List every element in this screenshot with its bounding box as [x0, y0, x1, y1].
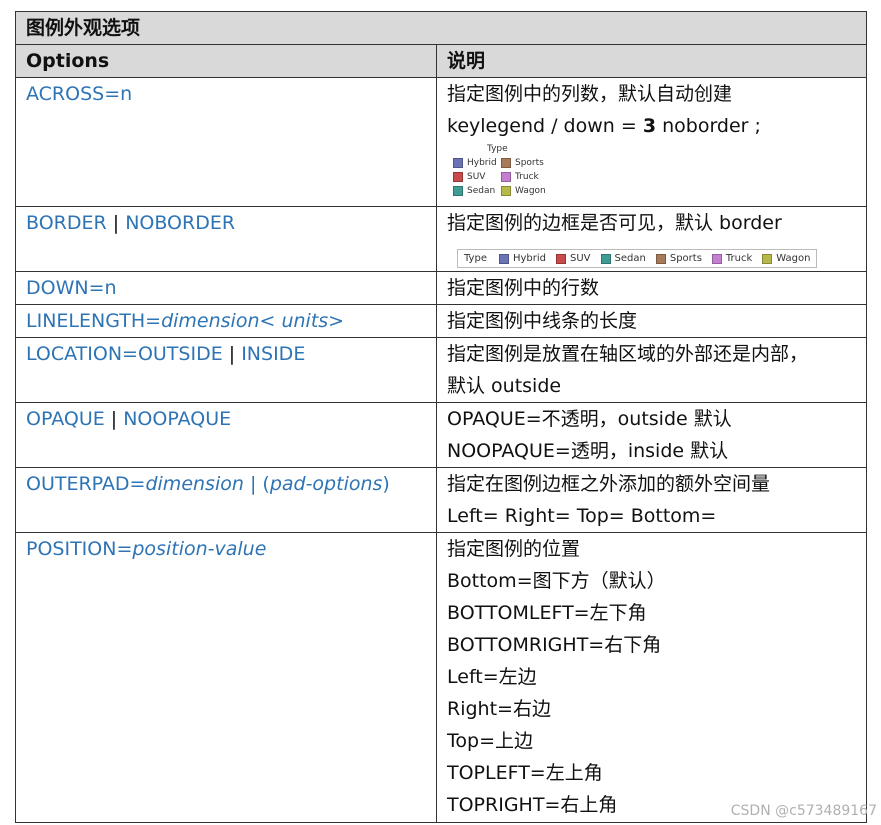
table-row: DOWN=n 指定图例中的行数 [15, 271, 868, 305]
legend-title: Type [487, 144, 508, 154]
table-caption: 图例外观选项 [14, 11, 868, 45]
desc-position: 指定图例的位置 [447, 538, 581, 560]
swatch-truck [501, 172, 511, 182]
legend-item: Hybrid [453, 156, 501, 170]
desc-opaque: OPAQUE=不透明，outside 默认 [447, 408, 732, 430]
option-outerpad: OUTERPAD=dimension | (pad-options) [15, 467, 437, 533]
desc-position-bottomright: BOTTOMRIGHT=右下角 [447, 634, 662, 656]
swatch-wagon [762, 253, 773, 264]
swatch-sports [501, 158, 511, 168]
option-border: BORDER | NOBORDER [15, 206, 437, 272]
option-linelength: LINELENGTH=dimension< units> [15, 304, 437, 338]
option-opaque: OPAQUE | NOOPAQUE [15, 402, 437, 468]
desc-position-topleft: TOPLEFT=左上角 [447, 762, 603, 784]
desc-border: 指定图例的边框是否可见，默认 border [447, 212, 782, 234]
table-row: POSITION=position-value 指定图例的位置 Bottom=图… [15, 532, 868, 823]
table-row: LINELENGTH=dimension< units> 指定图例中线条的长度 [15, 304, 868, 338]
desc-outerpad-sides: Left= Right= Top= Bottom= [447, 505, 717, 527]
desc-position-top: Top=上边 [447, 730, 533, 752]
option-across: ACROSS=n [26, 83, 133, 105]
desc-noopaque: NOOPAQUE=透明，inside 默认 [447, 440, 729, 462]
legend-item: Wagon [501, 184, 549, 198]
swatch-truck [711, 253, 722, 264]
legend-example-horizontal: Type Hybrid SUV Sedan Sports Truck Wagon [457, 249, 818, 268]
swatch-hybrid [498, 253, 509, 264]
swatch-sedan [453, 186, 463, 196]
swatch-sports [655, 253, 666, 264]
header-description: 说明 [435, 44, 868, 78]
option-down: DOWN=n [15, 271, 437, 305]
option-location: LOCATION=OUTSIDE | INSIDE [15, 337, 437, 403]
legend-item: SUV [453, 170, 501, 184]
legend-item: Sports [501, 156, 549, 170]
desc-position-left: Left=左边 [447, 666, 537, 688]
desc-location-default: 默认 outside [447, 375, 562, 397]
desc-position-right: Right=右边 [447, 698, 551, 720]
swatch-suv [453, 172, 463, 182]
table-row: LOCATION=OUTSIDE | INSIDE 指定图例是放置在轴区域的外部… [15, 337, 868, 403]
desc-outerpad: 指定在图例边框之外添加的额外空间量 [447, 473, 771, 495]
table-row: ACROSS=n 指定图例中的列数，默认自动创建 keylegend / dow… [15, 77, 868, 207]
legend-item: Sedan [453, 184, 501, 198]
legend-options-table: 图例外观选项 Options 说明 ACROSS=n 指定图例中的列数，默认自动… [14, 11, 868, 823]
desc-position-bottom: Bottom=图下方（默认） [447, 570, 666, 592]
option-position: POSITION=position-value [15, 532, 437, 823]
table-row: OPAQUE | NOOPAQUE OPAQUE=不透明，outside 默认 … [15, 402, 868, 468]
header-options: Options [15, 44, 437, 78]
table-row: OUTERPAD=dimension | (pad-options) 指定在图例… [15, 467, 868, 533]
desc-location: 指定图例是放置在轴区域的外部还是内部， [447, 343, 809, 365]
swatch-suv [556, 253, 566, 264]
legend-item: Truck [501, 170, 549, 184]
desc-across-code: keylegend / down = 3 noborder ; [447, 115, 761, 137]
swatch-hybrid [453, 158, 463, 168]
desc-down: 指定图例中的行数 [435, 271, 868, 305]
desc-position-bottomleft: BOTTOMLEFT=左下角 [447, 602, 647, 624]
swatch-wagon [501, 186, 511, 196]
watermark: CSDN @c573489167 [730, 803, 877, 819]
desc-linelength: 指定图例中线条的长度 [435, 304, 868, 338]
legend-example-vertical: Type Hybrid Sports SUV Truck Sedan Wagon [447, 142, 856, 198]
swatch-sedan [600, 253, 611, 264]
desc-across: 指定图例中的列数，默认自动创建 [447, 83, 733, 105]
table-row: BORDER | NOBORDER 指定图例的边框是否可见，默认 border … [15, 206, 868, 272]
